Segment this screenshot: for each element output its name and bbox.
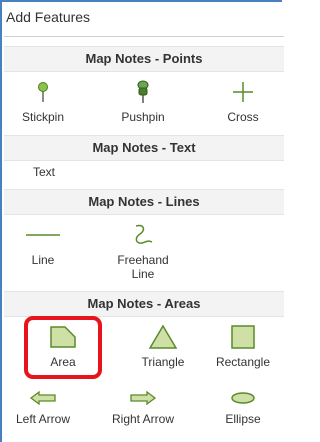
ellipse-label: Ellipse <box>225 412 261 426</box>
section-header-lines: Map Notes - Lines <box>4 189 284 215</box>
right-arrow-icon <box>98 386 188 410</box>
section-header-points: Map Notes - Points <box>4 46 284 72</box>
line-tool[interactable]: Line <box>2 219 84 273</box>
right-arrow-label: Right Arrow <box>111 412 175 426</box>
add-features-panel: Add Features Map Notes - Points Stickpin… <box>0 0 284 442</box>
stickpin-tool[interactable]: Stickpin <box>2 76 84 130</box>
area-highlight-box <box>24 316 102 379</box>
panel-title: Add Features <box>6 9 91 25</box>
freehand-line-label: Freehand Line <box>117 253 169 281</box>
left-arrow-label: Left Arrow <box>15 412 71 426</box>
line-label: Line <box>31 253 55 267</box>
cross-icon <box>202 76 284 108</box>
freehand-line-tool[interactable]: Freehand Line <box>102 219 184 281</box>
triangle-label: Triangle <box>141 355 185 369</box>
triangle-tool[interactable]: Triangle <box>122 321 204 375</box>
pushpin-icon <box>102 76 184 108</box>
left-arrow-tool[interactable]: Left Arrow <box>2 386 84 440</box>
triangle-icon <box>122 321 204 353</box>
ellipse-tool[interactable]: Ellipse <box>202 386 284 440</box>
section-header-areas: Map Notes - Areas <box>4 291 284 317</box>
freehand-line-icon <box>102 219 184 251</box>
pushpin-tool[interactable]: Pushpin <box>102 76 184 130</box>
rectangle-tool[interactable]: Rectangle <box>202 321 284 375</box>
pushpin-label: Pushpin <box>121 110 165 124</box>
rectangle-icon <box>202 321 284 353</box>
left-arrow-icon <box>2 386 84 410</box>
stickpin-icon <box>2 76 84 108</box>
cross-label: Cross <box>227 110 259 124</box>
title-divider <box>4 36 284 37</box>
text-tool[interactable]: Text <box>4 165 84 185</box>
rectangle-label: Rectangle <box>215 355 271 369</box>
right-arrow-tool[interactable]: Right Arrow <box>98 386 188 440</box>
ellipse-icon <box>202 386 284 410</box>
line-icon <box>2 219 84 251</box>
section-header-text: Map Notes - Text <box>4 135 284 161</box>
stickpin-label: Stickpin <box>21 110 65 124</box>
cross-tool[interactable]: Cross <box>202 76 284 130</box>
